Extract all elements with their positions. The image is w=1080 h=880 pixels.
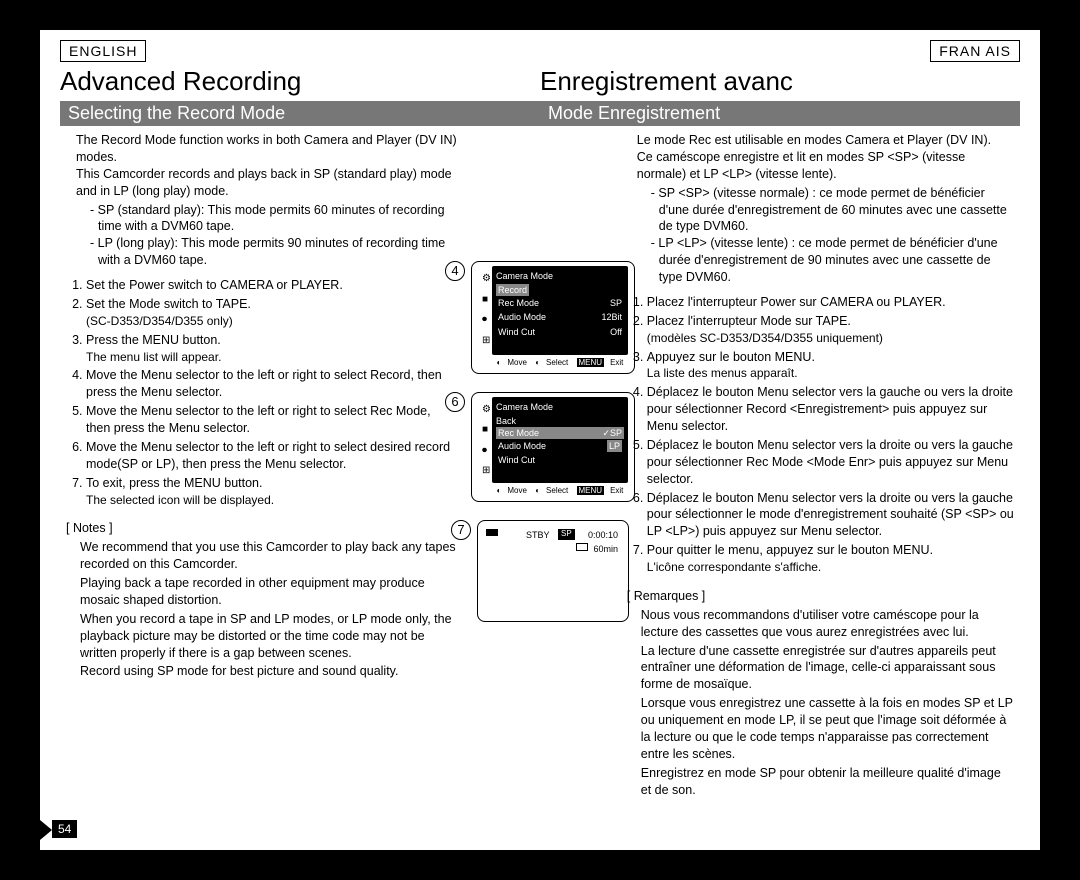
fr-step-3: Appuyez sur le bouton MENU. La liste des…	[647, 349, 1014, 383]
gear-icon: ⚙	[482, 272, 491, 286]
camcorder-icon: ■	[482, 293, 491, 307]
french-column: Le mode Rec est utilisable en modes Came…	[617, 126, 1020, 800]
fr-step-1: Placez l'interrupteur Power sur CAMERA o…	[647, 294, 1014, 311]
lcd4-highlight: Record	[496, 284, 529, 296]
select-icon: ◐	[535, 358, 540, 367]
lcd7-mode: SP	[558, 529, 575, 540]
en-intro-2: This Camcorder records and plays back in…	[76, 166, 457, 200]
fr-note-4: Enregistrez en mode SP pour obtenir la m…	[641, 765, 1014, 799]
en-note-3: When you record a tape in SP and LP mode…	[80, 611, 457, 662]
lang-french-label: FRAN AIS	[930, 40, 1020, 62]
subtitle-english: Selecting the Record Mode	[60, 101, 540, 126]
center-illustrations: 4 ⚙ ■ ⏺ ⊞ Camera Mode Record Rec ModeSP …	[463, 126, 617, 800]
callout-4: 4	[445, 261, 465, 281]
page-number: 54	[52, 820, 77, 838]
en-step-4: Move the Menu selector to the left or ri…	[86, 367, 457, 401]
lcd-screen-7: STBY SP 0:00:10 60min	[477, 520, 629, 622]
en-step-7: To exit, press the MENU button. The sele…	[86, 475, 457, 509]
record-icon: ⏺	[482, 313, 491, 327]
fr-step-5: Déplacez le bouton Menu selector vers la…	[647, 437, 1014, 488]
record-icon: ⏺	[482, 444, 491, 458]
fr-step-7: Pour quitter le menu, appuyez sur le bou…	[647, 542, 1014, 576]
en-step-6: Move the Menu selector to the left or ri…	[86, 439, 457, 473]
page-triangle-decor	[40, 820, 52, 840]
fr-step-2: Placez l'interrupteur Mode sur TAPE. (mo…	[647, 313, 1014, 347]
fr-step-4: Déplacez le bouton Menu selector vers la…	[647, 384, 1014, 435]
fr-sp-note: SP <SP> (vitesse normale) : ce mode perm…	[651, 185, 1014, 236]
tape-remain-icon	[576, 543, 588, 551]
title-french: Enregistrement avanc	[540, 66, 1020, 97]
en-intro-1: The Record Mode function works in both C…	[76, 132, 457, 166]
en-step-3: Press the MENU button. The menu list wil…	[86, 332, 457, 366]
camcorder-icon: ■	[482, 423, 491, 437]
joystick-icon: ◐	[497, 358, 502, 367]
tape-icon: ⊞	[482, 334, 491, 348]
lcd4-title: Camera Mode	[496, 270, 624, 282]
lcd-screen-4: ⚙ ■ ⏺ ⊞ Camera Mode Record Rec ModeSP Au…	[471, 261, 635, 374]
title-english: Advanced Recording	[60, 66, 540, 97]
fr-note-2: La lecture d'une cassette enregistrée su…	[641, 643, 1014, 694]
fr-lp-note: LP <LP> (vitesse lente) : ce mode permet…	[651, 235, 1014, 286]
en-step-2: Set the Mode switch to TAPE. (SC-D353/D3…	[86, 296, 457, 330]
callout-6: 6	[445, 392, 465, 412]
lcd-screen-6: ⚙ ■ ⏺ ⊞ Camera Mode Back Rec Mode✓SP Aud…	[471, 392, 635, 503]
fr-note-3: Lorsque vous enregistrez une cassette à …	[641, 695, 1014, 763]
fr-notes-heading: [ Remarques ]	[627, 588, 1014, 605]
lcd6-title: Camera Mode	[496, 401, 624, 413]
lcd7-remaining: 60min	[593, 543, 618, 555]
fr-intro-2: Ce caméscope enregistre et lit en modes …	[637, 149, 1014, 183]
en-notes-heading: [ Notes ]	[66, 520, 457, 537]
lcd7-timecode: 0:00:10	[588, 529, 618, 541]
en-note-4: Record using SP mode for best picture an…	[80, 663, 457, 680]
en-sp-note: SP (standard play): This mode permits 60…	[90, 202, 457, 236]
en-note-1: We recommend that you use this Camcorder…	[80, 539, 457, 573]
joystick-icon: ◐	[497, 486, 502, 495]
en-lp-note: LP (long play): This mode permits 90 min…	[90, 235, 457, 269]
callout-7: 7	[451, 520, 471, 540]
en-step-1: Set the Power switch to CAMERA or PLAYER…	[86, 277, 457, 294]
en-step-5: Move the Menu selector to the left or ri…	[86, 403, 457, 437]
select-icon: ◐	[535, 486, 540, 495]
fr-intro-1: Le mode Rec est utilisable en modes Came…	[637, 132, 1014, 149]
gear-icon: ⚙	[482, 403, 491, 417]
manual-page: ENGLISH FRAN AIS Advanced Recording Enre…	[40, 30, 1040, 850]
tape-icon: ⊞	[482, 464, 491, 478]
fr-step-6: Déplacez le bouton Menu selector vers la…	[647, 490, 1014, 541]
lang-english-label: ENGLISH	[60, 40, 146, 62]
lcd6-back: Back	[496, 415, 624, 427]
battery-icon	[486, 529, 498, 536]
en-note-2: Playing back a tape recorded in other eq…	[80, 575, 457, 609]
lcd7-status: STBY	[526, 529, 550, 541]
english-column: The Record Mode function works in both C…	[60, 126, 463, 800]
fr-note-1: Nous vous recommandons d'utiliser votre …	[641, 607, 1014, 641]
subtitle-french: Mode Enregistrement	[540, 101, 1020, 126]
